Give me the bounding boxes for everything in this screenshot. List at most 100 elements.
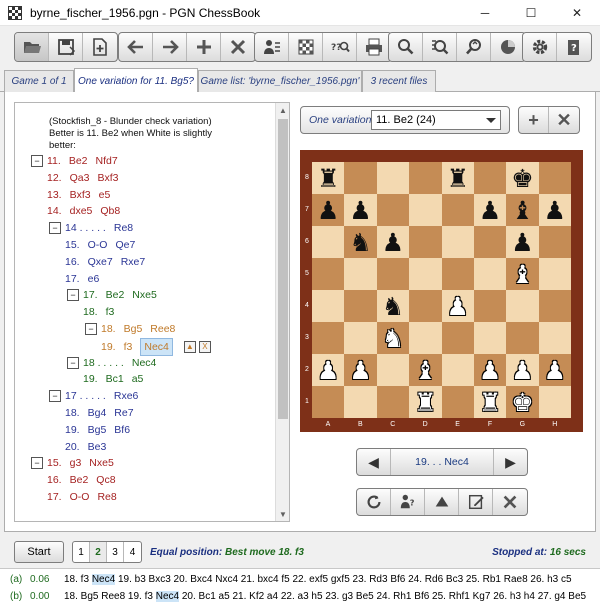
- move-token[interactable]: Re8: [97, 489, 116, 505]
- board-square-e4[interactable]: ♟: [441, 290, 474, 322]
- pv-count-button[interactable]: 3: [107, 542, 124, 562]
- board-square-f6[interactable]: [473, 226, 507, 258]
- move-token[interactable]: Ree8: [150, 321, 175, 337]
- add-variation-button[interactable]: +: [519, 107, 549, 133]
- board-square-e6[interactable]: [441, 226, 474, 258]
- board-square-g7[interactable]: ♝: [506, 194, 539, 226]
- move-token[interactable]: e5: [99, 187, 111, 203]
- notation-scrollbar[interactable]: ▲ ▼: [275, 103, 289, 521]
- board-square-b1[interactable]: [344, 386, 377, 418]
- move-token[interactable]: Bf6: [114, 422, 130, 438]
- board-square-a2[interactable]: ♟: [312, 354, 345, 386]
- board-square-h3[interactable]: [538, 322, 571, 354]
- board-square-e7[interactable]: [441, 194, 474, 226]
- search-position-button[interactable]: ??: [323, 33, 357, 61]
- black-rook-icon[interactable]: ♜: [446, 166, 468, 191]
- board-square-e3[interactable]: [441, 322, 474, 354]
- analysis-highlighted-move[interactable]: Nec4: [91, 574, 116, 585]
- white-rook-icon[interactable]: ♜: [414, 390, 436, 415]
- add-button[interactable]: [187, 33, 221, 61]
- board-button[interactable]: [289, 33, 323, 61]
- move-token[interactable]: Re8: [114, 220, 133, 236]
- collapse-toggle[interactable]: −: [49, 390, 61, 403]
- board-square-g1[interactable]: ♚: [506, 386, 539, 418]
- edit-button[interactable]: [459, 489, 493, 515]
- white-bishop-icon[interactable]: ♝: [414, 358, 436, 383]
- board-square-f1[interactable]: ♜: [473, 386, 507, 418]
- board-square-d2[interactable]: ♝: [409, 354, 442, 386]
- black-pawn-icon[interactable]: ♟: [349, 198, 371, 223]
- board-square-f5[interactable]: [473, 258, 507, 290]
- pv-count-button[interactable]: 1: [73, 542, 90, 562]
- white-pawn-icon[interactable]: ♟: [479, 358, 501, 383]
- move-token[interactable]: Be2: [106, 287, 125, 303]
- next-move-button[interactable]: ▶: [493, 449, 527, 475]
- move-token[interactable]: Bg5: [124, 321, 143, 337]
- white-pawn-icon[interactable]: ♟: [349, 358, 371, 383]
- board-square-e5[interactable]: [441, 258, 474, 290]
- tab-game[interactable]: Game 1 of 1: [4, 70, 74, 92]
- board-square-f7[interactable]: ♟: [473, 194, 507, 226]
- board-square-f4[interactable]: [473, 290, 507, 322]
- board-square-b3[interactable]: [344, 322, 377, 354]
- move-token[interactable]: Qc8: [96, 472, 115, 488]
- board-square-d4[interactable]: [409, 290, 442, 322]
- board-square-d7[interactable]: [409, 194, 442, 226]
- previous-move-button[interactable]: ◀: [357, 449, 391, 475]
- scroll-thumb[interactable]: [278, 119, 288, 419]
- board-square-c3[interactable]: ♞: [376, 322, 410, 354]
- move-token[interactable]: Bc1: [106, 371, 124, 387]
- collapse-toggle[interactable]: −: [67, 289, 79, 302]
- board-square-g4[interactable]: [506, 290, 539, 322]
- board-square-a6[interactable]: [312, 226, 345, 258]
- move-token[interactable]: Rxe6: [114, 388, 139, 404]
- board-square-g2[interactable]: ♟: [506, 354, 539, 386]
- help-button[interactable]: ?: [557, 33, 591, 61]
- white-pawn-icon[interactable]: ♟: [317, 358, 339, 383]
- board-square-a7[interactable]: ♟: [312, 194, 345, 226]
- delete-variation-button[interactable]: [493, 489, 527, 515]
- board-square-a4[interactable]: [312, 290, 345, 322]
- board-square-h1[interactable]: [538, 386, 571, 418]
- delete-button[interactable]: [221, 33, 255, 61]
- white-knight-icon[interactable]: ♞: [382, 326, 404, 351]
- board-square-e8[interactable]: ♜: [441, 162, 474, 194]
- explore-button[interactable]: [457, 33, 491, 61]
- white-pawn-icon[interactable]: ♟: [446, 294, 468, 319]
- black-rook-icon[interactable]: ♜: [317, 166, 339, 191]
- collapse-toggle[interactable]: −: [31, 155, 43, 167]
- collapse-toggle[interactable]: −: [31, 457, 43, 470]
- start-engine-button[interactable]: Start: [14, 541, 64, 563]
- board-square-g8[interactable]: ♚: [506, 162, 539, 194]
- board-square-c6[interactable]: ♟: [376, 226, 410, 258]
- board-square-h6[interactable]: [538, 226, 571, 258]
- move-variation-up-button[interactable]: [425, 489, 459, 515]
- board-square-f2[interactable]: ♟: [473, 354, 507, 386]
- board-square-d1[interactable]: ♜: [409, 386, 442, 418]
- white-bishop-icon[interactable]: ♝: [511, 262, 533, 287]
- board-square-d8[interactable]: [409, 162, 442, 194]
- black-pawn-icon[interactable]: ♟: [382, 230, 404, 255]
- move-token[interactable]: Bg4: [88, 405, 107, 421]
- board-square-b2[interactable]: ♟: [344, 354, 377, 386]
- board-square-h5[interactable]: [538, 258, 571, 290]
- black-pawn-icon[interactable]: ♟: [511, 230, 533, 255]
- close-button[interactable]: ✕: [554, 0, 600, 26]
- move-token[interactable]: e6: [88, 271, 100, 287]
- board-square-c2[interactable]: [376, 354, 410, 386]
- move-token[interactable]: dxe5: [70, 203, 93, 219]
- board-square-h2[interactable]: ♟: [538, 354, 571, 386]
- move-token[interactable]: Qa3: [70, 170, 90, 186]
- new-game-button[interactable]: [83, 33, 117, 61]
- players-button[interactable]: [255, 33, 289, 61]
- move-token[interactable]: Be3: [88, 439, 107, 455]
- board-square-b8[interactable]: [344, 162, 377, 194]
- collapse-toggle[interactable]: −: [85, 323, 97, 335]
- scroll-down-arrow-icon[interactable]: ▼: [276, 507, 289, 521]
- board-square-d5[interactable]: [409, 258, 442, 290]
- board-square-c7[interactable]: [376, 194, 410, 226]
- back-button[interactable]: [119, 33, 153, 61]
- board-square-f8[interactable]: [473, 162, 507, 194]
- board-square-c8[interactable]: [376, 162, 410, 194]
- analysis-highlighted-move[interactable]: Nec4: [155, 591, 180, 602]
